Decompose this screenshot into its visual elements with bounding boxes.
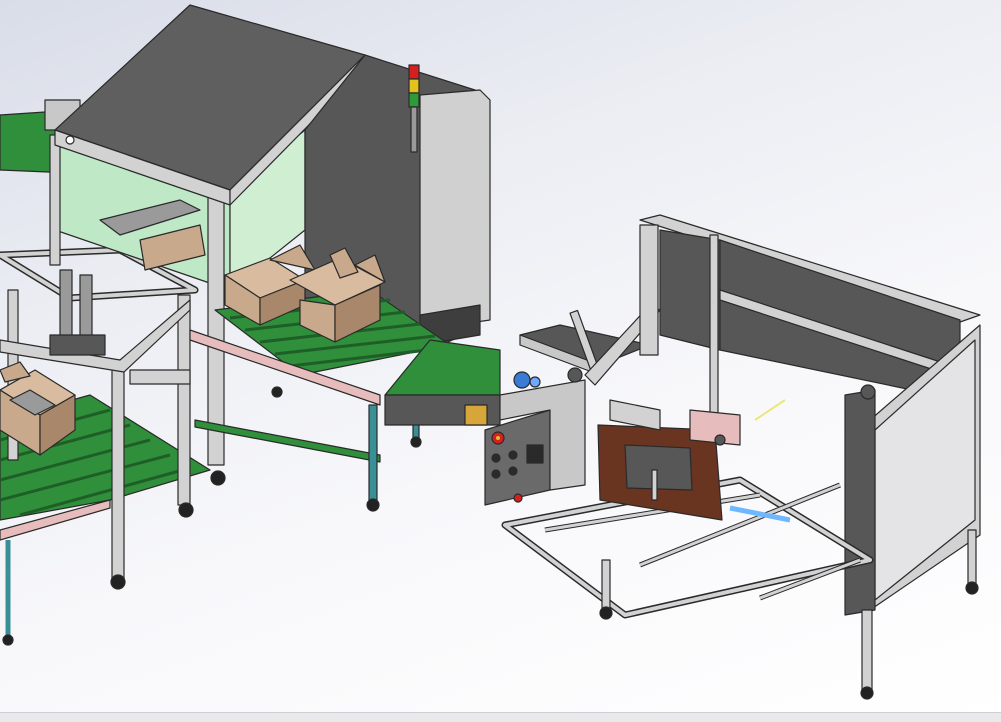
left-conveyor-foot [2,634,14,646]
stop-button[interactable] [513,493,523,503]
right-inner-post [709,234,719,436]
machine-cabinet-side [419,89,491,331]
left-frame-foot-2 [178,502,194,518]
signal-tower-icon [408,64,420,153]
sealer-head[interactable] [519,304,661,386]
right-cabinet-knob [860,384,876,400]
right-leg-front [861,609,873,691]
base-foot-left [599,606,613,620]
motor-blue-cap [529,376,541,388]
status-bar [0,712,1001,722]
center-conveyor-foot [366,498,380,512]
sealer-wheel [567,367,583,383]
left-frame-post-front [111,359,125,581]
center-conveyor-leg [368,404,378,501]
infeed-block [464,404,488,426]
cad-viewport[interactable] [0,0,1001,722]
base-leg-left [601,559,611,611]
control-knob-icon[interactable] [508,466,518,476]
assembly-model [0,4,981,700]
machine-foot-front [210,470,226,486]
left-frame-cylinder [129,369,191,385]
tape-strip [754,399,786,421]
center-conveyor-foot-3 [271,386,283,398]
control-knob-icon[interactable] [491,453,501,463]
panel-display [526,444,544,464]
machine-corner-bolt [65,135,75,145]
control-panel[interactable] [484,379,586,506]
tape-roll [714,434,726,446]
right-leg-back [967,529,977,586]
left-frame-post-right [177,294,191,506]
right-cabinet-side [844,389,876,616]
machine-left-post [49,134,61,266]
actuator-rod-1 [59,269,73,341]
left-frame-foot-1 [110,574,126,590]
motor-blue [513,371,531,389]
gripper-plate [49,334,106,356]
control-knob-icon[interactable] [491,469,501,479]
control-knob-icon[interactable] [508,450,518,460]
center-conveyor-foot-2 [410,436,422,448]
right-corner-post [639,224,659,356]
guide-plate-window [624,444,693,491]
right-foot-front [860,686,874,700]
right-foot-back [965,581,979,595]
guide-plate-stem [651,469,658,501]
